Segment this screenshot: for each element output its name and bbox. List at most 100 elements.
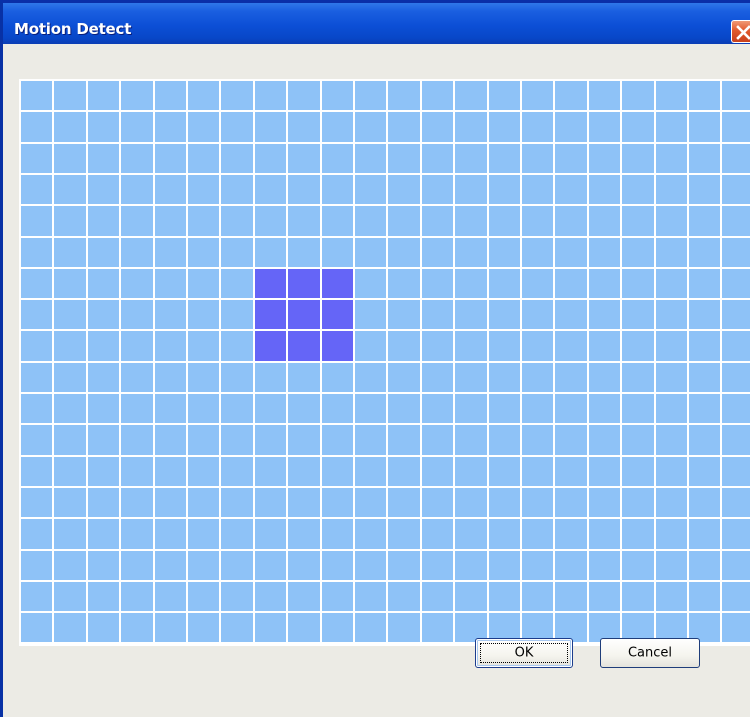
grid-cell[interactable]	[155, 206, 186, 236]
grid-cell[interactable]	[322, 238, 353, 267]
grid-cell[interactable]	[121, 425, 153, 455]
grid-cell[interactable]	[555, 144, 587, 173]
grid-cell[interactable]	[88, 206, 119, 236]
grid-cell[interactable]	[121, 144, 153, 173]
grid-cell[interactable]	[422, 582, 453, 611]
grid-cell[interactable]	[555, 331, 587, 361]
grid-cell[interactable]	[221, 582, 253, 611]
grid-cell[interactable]	[21, 112, 52, 142]
grid-cell[interactable]	[622, 300, 654, 329]
grid-cell[interactable]	[722, 488, 750, 517]
grid-cell[interactable]	[722, 81, 750, 110]
grid-cell[interactable]	[522, 269, 553, 298]
grid-cell[interactable]	[589, 206, 620, 236]
grid-cell[interactable]	[155, 488, 186, 517]
grid-cell[interactable]	[656, 331, 687, 361]
grid-cell[interactable]	[322, 144, 353, 173]
grid-cell[interactable]	[322, 582, 353, 611]
grid-cell[interactable]	[121, 269, 153, 298]
grid-cell[interactable]	[589, 488, 620, 517]
grid-cell[interactable]	[54, 300, 86, 329]
grid-cell-selected[interactable]	[255, 300, 286, 329]
grid-cell[interactable]	[288, 394, 320, 423]
grid-cell[interactable]	[255, 582, 286, 611]
cancel-button[interactable]: Cancel	[600, 638, 700, 668]
grid-cell[interactable]	[555, 269, 587, 298]
grid-cell[interactable]	[689, 175, 720, 204]
grid-cell[interactable]	[88, 394, 119, 423]
grid-cell[interactable]	[155, 269, 186, 298]
grid-cell[interactable]	[21, 206, 52, 236]
grid-cell[interactable]	[155, 81, 186, 110]
grid-cell[interactable]	[422, 331, 453, 361]
grid-cell[interactable]	[455, 81, 487, 110]
grid-cell[interactable]	[54, 144, 86, 173]
grid-cell[interactable]	[656, 519, 687, 549]
grid-cell[interactable]	[188, 551, 219, 580]
grid-cell[interactable]	[155, 144, 186, 173]
grid-cell[interactable]	[221, 551, 253, 580]
grid-cell[interactable]	[155, 582, 186, 611]
grid-cell[interactable]	[155, 613, 186, 642]
grid-cell[interactable]	[689, 363, 720, 392]
grid-cell[interactable]	[54, 112, 86, 142]
grid-cell[interactable]	[188, 331, 219, 361]
grid-cell[interactable]	[689, 582, 720, 611]
grid-cell[interactable]	[422, 144, 453, 173]
grid-cell[interactable]	[88, 519, 119, 549]
grid-cell[interactable]	[656, 238, 687, 267]
grid-cell[interactable]	[722, 394, 750, 423]
grid-cell[interactable]	[422, 363, 453, 392]
grid-cell[interactable]	[255, 425, 286, 455]
grid-cell[interactable]	[288, 425, 320, 455]
grid-cell[interactable]	[689, 269, 720, 298]
grid-cell[interactable]	[489, 206, 520, 236]
grid-cell[interactable]	[355, 206, 386, 236]
grid-cell[interactable]	[355, 488, 386, 517]
grid-cell[interactable]	[188, 613, 219, 642]
grid-cell[interactable]	[489, 519, 520, 549]
grid-cell[interactable]	[388, 144, 420, 173]
grid-cell[interactable]	[722, 613, 750, 642]
grid-cell[interactable]	[155, 331, 186, 361]
grid-cell[interactable]	[21, 144, 52, 173]
grid-cell[interactable]	[455, 363, 487, 392]
grid-cell[interactable]	[355, 613, 386, 642]
grid-cell[interactable]	[622, 363, 654, 392]
grid-cell[interactable]	[722, 582, 750, 611]
grid-cell[interactable]	[54, 425, 86, 455]
grid-cell[interactable]	[455, 519, 487, 549]
grid-cell[interactable]	[722, 331, 750, 361]
grid-cell[interactable]	[355, 238, 386, 267]
grid-cell[interactable]	[489, 300, 520, 329]
grid-cell[interactable]	[656, 551, 687, 580]
grid-cell[interactable]	[21, 425, 52, 455]
grid-cell[interactable]	[589, 551, 620, 580]
grid-cell[interactable]	[21, 300, 52, 329]
grid-cell[interactable]	[589, 300, 620, 329]
grid-cell[interactable]	[322, 175, 353, 204]
grid-cell[interactable]	[589, 331, 620, 361]
grid-cell[interactable]	[188, 206, 219, 236]
grid-cell-selected[interactable]	[255, 269, 286, 298]
grid-cell[interactable]	[221, 613, 253, 642]
grid-cell[interactable]	[555, 300, 587, 329]
grid-cell[interactable]	[622, 488, 654, 517]
grid-cell[interactable]	[155, 175, 186, 204]
grid-cell[interactable]	[188, 582, 219, 611]
grid-cell[interactable]	[88, 112, 119, 142]
grid-cell[interactable]	[555, 363, 587, 392]
grid-cell[interactable]	[555, 394, 587, 423]
grid-cell[interactable]	[722, 175, 750, 204]
grid-cell[interactable]	[288, 144, 320, 173]
grid-cell[interactable]	[188, 81, 219, 110]
grid-cell[interactable]	[555, 206, 587, 236]
title-bar[interactable]: Motion Detect	[3, 3, 750, 44]
grid-cell[interactable]	[388, 457, 420, 486]
grid-cell[interactable]	[255, 457, 286, 486]
grid-cell[interactable]	[422, 551, 453, 580]
grid-cell[interactable]	[555, 175, 587, 204]
grid-cell[interactable]	[355, 175, 386, 204]
grid-cell[interactable]	[88, 488, 119, 517]
grid-cell[interactable]	[255, 394, 286, 423]
